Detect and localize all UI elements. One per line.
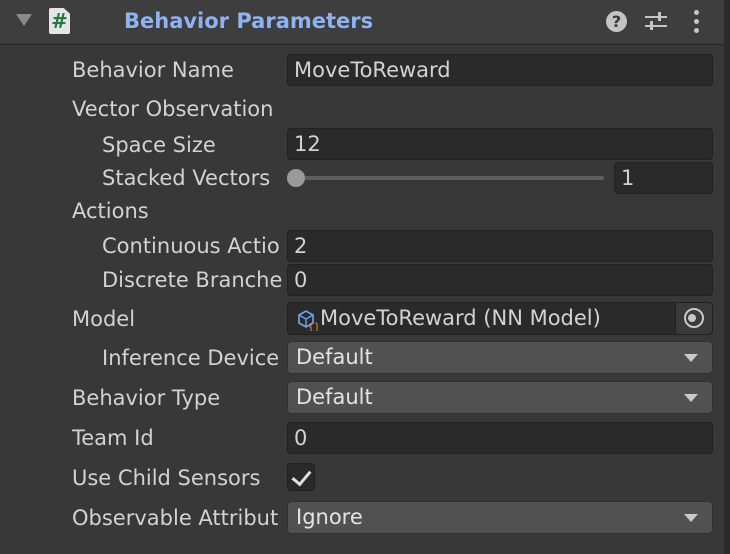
model-value: MoveToReward (NN Model)	[320, 306, 601, 330]
continuous-actions-input[interactable]: 2	[287, 230, 713, 262]
space-size-input[interactable]: 12	[287, 128, 713, 160]
space-size-label: Space Size	[102, 133, 216, 157]
scrollbar[interactable]	[724, 0, 730, 554]
stacked-vectors-label: Stacked Vectors	[102, 166, 271, 190]
object-picker-icon[interactable]	[675, 303, 712, 334]
team-id-input[interactable]: 0	[287, 422, 713, 454]
svg-text:{}: {}	[308, 322, 318, 331]
chevron-down-icon	[684, 354, 698, 362]
chevron-down-icon	[684, 514, 698, 522]
inference-device-label: Inference Device	[102, 346, 280, 370]
script-glyph: #	[51, 9, 68, 33]
foldout-arrow-icon[interactable]	[16, 14, 32, 26]
nn-model-icon: {}	[298, 310, 318, 331]
observable-attributes-value: Ignore	[296, 505, 363, 529]
more-options-icon[interactable]	[684, 9, 710, 35]
chevron-down-icon	[684, 394, 698, 402]
behavior-name-label: Behavior Name	[72, 58, 234, 82]
use-child-sensors-checkbox[interactable]	[287, 463, 315, 491]
stacked-vectors-slider-track[interactable]	[296, 176, 604, 180]
model-label: Model	[72, 307, 136, 331]
inference-device-value: Default	[296, 345, 373, 369]
continuous-actions-label: Continuous Actio	[102, 234, 280, 258]
behavior-type-label: Behavior Type	[72, 386, 221, 410]
presets-icon[interactable]	[643, 9, 669, 35]
discrete-branches-label: Discrete Branche	[102, 268, 283, 292]
inference-device-dropdown[interactable]: Default	[287, 341, 713, 374]
model-object-field[interactable]: {} MoveToReward (NN Model)	[287, 302, 713, 335]
observable-attributes-label: Observable Attribut	[72, 506, 279, 530]
stacked-vectors-input[interactable]: 1	[614, 162, 713, 194]
use-child-sensors-label: Use Child Sensors	[72, 466, 261, 490]
component-header: # Behavior Parameters ?	[0, 0, 724, 45]
stacked-vectors-slider-thumb[interactable]	[287, 169, 305, 187]
behavior-name-input[interactable]: MoveToReward	[287, 54, 713, 86]
checkmark-icon	[291, 465, 312, 487]
team-id-label: Team Id	[72, 426, 154, 450]
behavior-type-dropdown[interactable]: Default	[287, 381, 713, 414]
help-icon[interactable]: ?	[604, 9, 630, 35]
component-title[interactable]: Behavior Parameters	[124, 9, 373, 33]
script-icon: #	[49, 8, 70, 34]
actions-label: Actions	[72, 199, 149, 223]
vector-observation-label: Vector Observation	[72, 97, 274, 121]
behavior-type-value: Default	[296, 385, 373, 409]
discrete-branches-input[interactable]: 0	[287, 264, 713, 296]
observable-attributes-dropdown[interactable]: Ignore	[287, 501, 713, 534]
